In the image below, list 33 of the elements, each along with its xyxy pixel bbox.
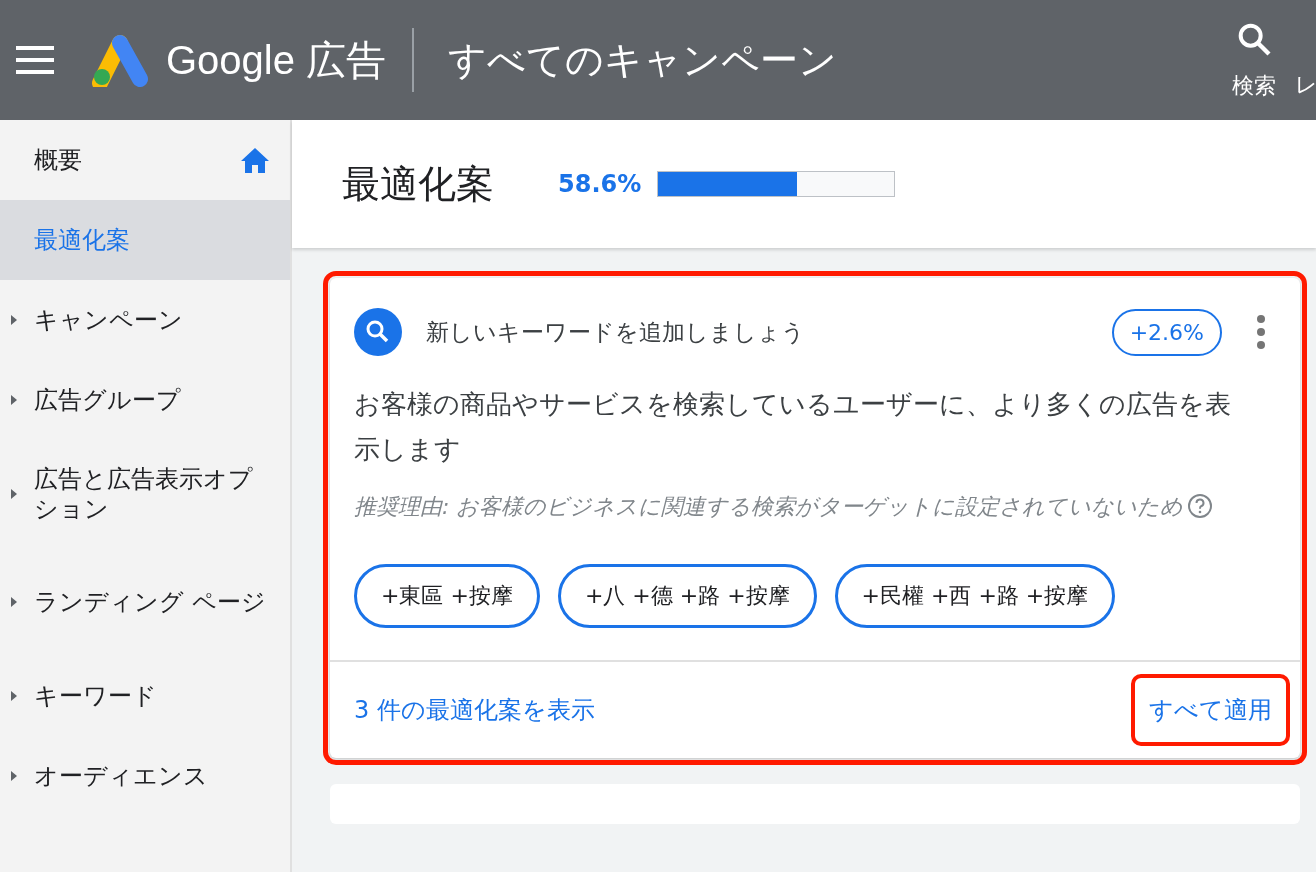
nav-item[interactable]: 広告グループ xyxy=(0,360,290,440)
product-name: Google 広告 xyxy=(166,36,387,84)
page-title: すべてのキャンペーン xyxy=(448,36,839,84)
nav-item[interactable]: 概要 xyxy=(0,120,290,200)
keyword-chip[interactable]: +東區 +按摩 xyxy=(354,564,540,628)
section-title: 最適化案 xyxy=(342,160,494,208)
logo-icon xyxy=(90,33,150,87)
nav-item[interactable]: キャンペーン xyxy=(0,280,290,360)
card-title: 新しいキーワードを追加しましょう xyxy=(426,317,806,347)
caret-icon xyxy=(10,770,18,782)
more-icon[interactable] xyxy=(1256,314,1266,350)
caret-icon xyxy=(10,394,18,406)
caret-icon xyxy=(10,690,18,702)
nav-item[interactable]: ランディング ページ xyxy=(0,548,290,656)
uplift-badge: +2.6% xyxy=(1111,308,1222,356)
card-description: お客様の商品やサービスを検索しているユーザーに、より多くの広告を表示します xyxy=(353,388,1232,466)
view-recommendations-link[interactable]: 3 件の最適化案を表示 xyxy=(354,694,595,726)
caret-icon xyxy=(10,314,18,326)
menu-icon[interactable] xyxy=(16,46,54,74)
help-icon[interactable] xyxy=(1187,493,1214,519)
search-button[interactable]: 検索 xyxy=(1232,19,1276,101)
optimization-score: 58.6% xyxy=(558,170,642,198)
caret-icon xyxy=(10,596,18,608)
nav-item[interactable]: キーワード xyxy=(0,656,290,736)
reason-text: 推奨理由: お客様のビジネスに関連する検索がターゲットに設定されていないため xyxy=(354,494,1184,519)
caret-icon xyxy=(10,488,18,500)
search-icon xyxy=(354,308,402,356)
nav-item[interactable]: オーディエンス xyxy=(0,736,290,816)
home-icon xyxy=(240,146,270,174)
keyword-chip[interactable]: +民權 +西 +路 +按摩 xyxy=(834,564,1116,628)
toolbar-label[interactable]: レ xyxy=(1295,70,1316,100)
nav-item[interactable]: 広告と広告表示オプション xyxy=(0,440,290,548)
keyword-chip[interactable]: +八 +德 +路 +按摩 xyxy=(557,564,817,628)
